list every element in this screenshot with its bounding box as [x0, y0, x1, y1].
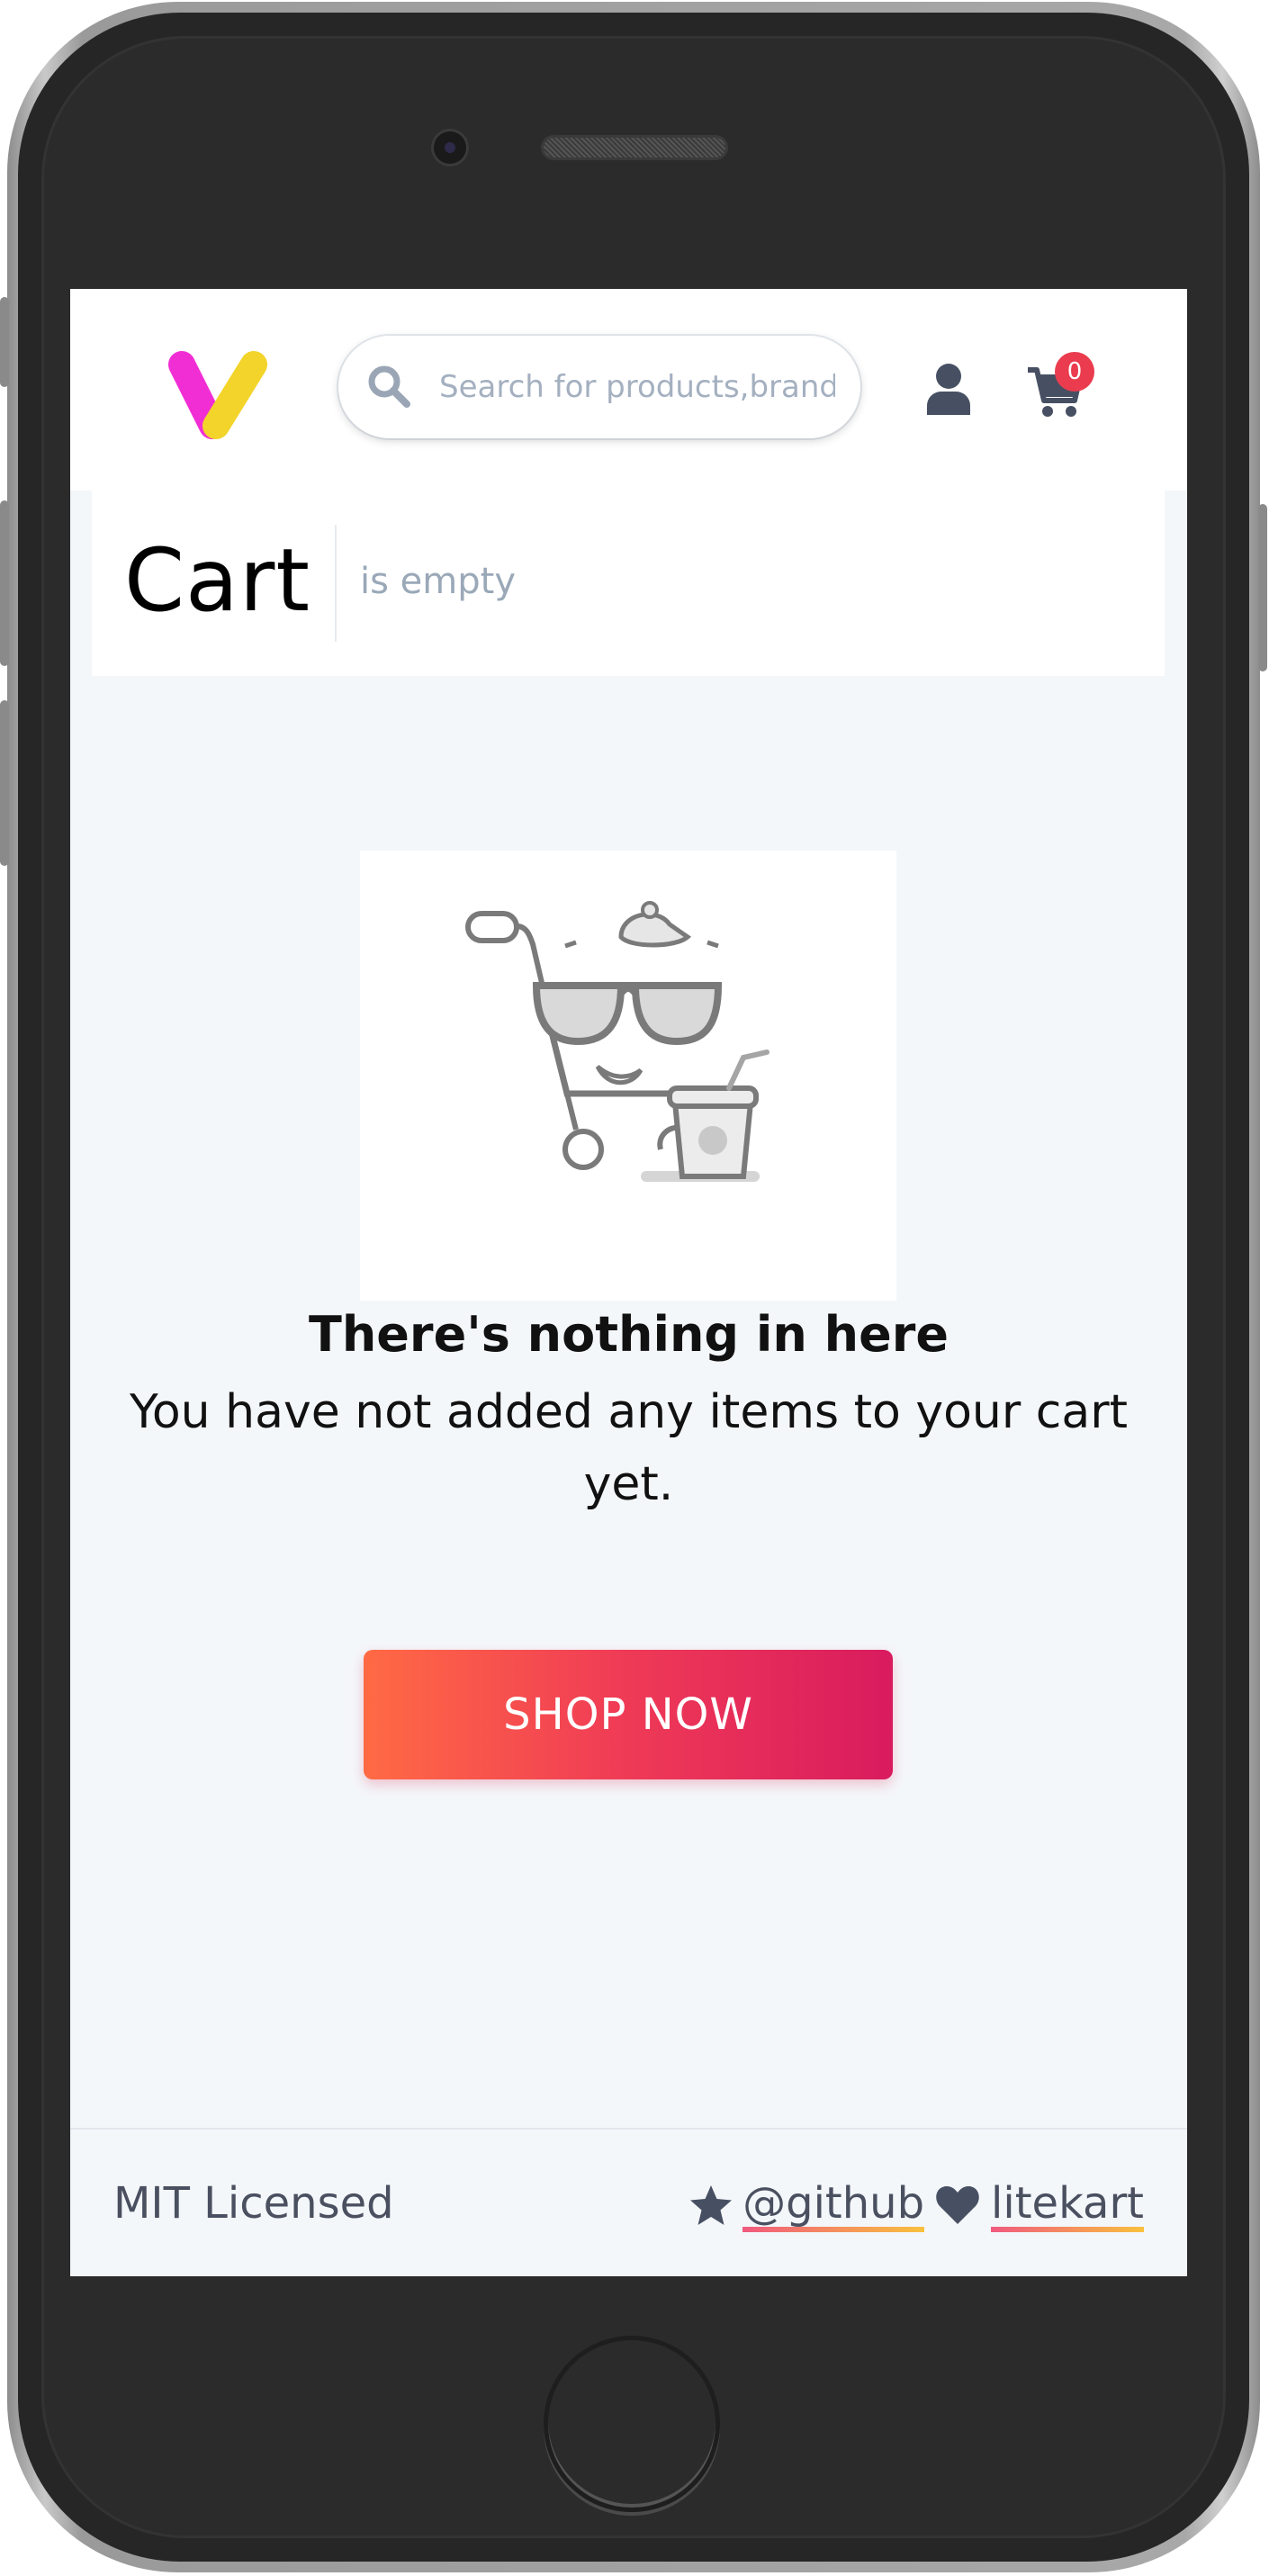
- top-header: 0: [70, 289, 1187, 491]
- star-icon: [688, 2184, 734, 2227]
- side-button-mute: [0, 297, 9, 387]
- heart-icon: [935, 2184, 980, 2226]
- logo-icon[interactable]: [164, 347, 272, 446]
- footer-links: @github litekart: [688, 2178, 1144, 2232]
- cart-count-badge: 0: [1055, 352, 1094, 392]
- empty-cart-illustration: [360, 851, 896, 1301]
- github-link[interactable]: @github: [742, 2178, 925, 2232]
- search-icon[interactable]: [365, 363, 412, 410]
- cart-button[interactable]: 0: [1026, 352, 1107, 424]
- empty-state-message: You have not added any items to your car…: [129, 1385, 1128, 1511]
- search-box[interactable]: [338, 336, 860, 438]
- page-title-bar: Cart is empty: [92, 491, 1165, 676]
- user-icon[interactable]: [925, 363, 972, 415]
- shop-now-button[interactable]: SHOP NOW: [364, 1650, 893, 1779]
- app-screen: 0 Cart is empty: [70, 289, 1187, 2276]
- project-link[interactable]: litekart: [991, 2178, 1144, 2232]
- page-title: Cart: [124, 530, 310, 631]
- home-button[interactable]: [544, 2336, 720, 2512]
- page-subtitle: is empty: [360, 561, 516, 602]
- footer: MIT Licensed @github litekart: [70, 2128, 1187, 2276]
- front-camera: [434, 131, 466, 164]
- title-divider: [335, 525, 337, 642]
- license-text: MIT Licensed: [113, 2178, 394, 2229]
- empty-state-heading: There's nothing in here: [309, 1306, 949, 1363]
- side-button-power: [1258, 504, 1267, 671]
- side-button-volume-up: [0, 500, 9, 666]
- earpiece-speaker: [544, 138, 725, 158]
- search-input[interactable]: [439, 357, 835, 417]
- side-button-volume-down: [0, 700, 9, 866]
